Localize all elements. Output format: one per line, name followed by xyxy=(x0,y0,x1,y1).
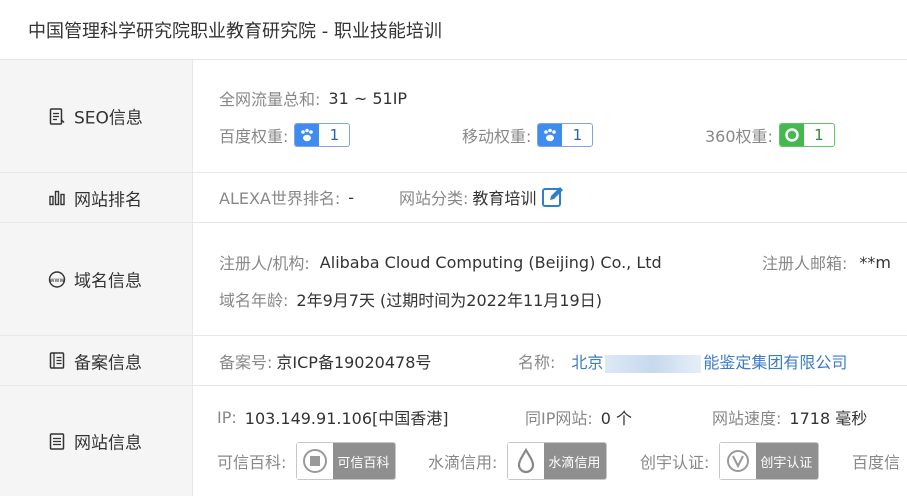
icp-name-item: 名称: 北京 能鉴定集团有限公司 xyxy=(518,349,847,373)
title-bar: 中国管理科学研究院职业教育研究院 - 职业技能培训 xyxy=(0,0,907,60)
redacted-block xyxy=(605,354,702,373)
svg-text:www: www xyxy=(50,277,65,284)
domain-label: 域名信息 xyxy=(74,271,142,292)
icp-name-label: 名称: xyxy=(518,353,556,372)
icp-name-prefix: 北京 xyxy=(571,353,604,372)
traffic-item: 全网流量总和: 31 ~ 51IP xyxy=(219,86,407,110)
site-label: 网站信息 xyxy=(74,433,142,454)
rank-label-cell: 网站排名 xyxy=(0,173,193,222)
baidu-weight-item: 百度权重: 1 xyxy=(219,123,351,147)
age-label: 域名年龄: xyxy=(219,291,289,310)
kexin-badge[interactable]: 可信百科 xyxy=(296,442,397,480)
weight-360-value: 1 xyxy=(803,126,834,144)
alexa-item: ALEXA世界排名: - xyxy=(219,185,354,209)
same-ip-item: 同IP网站: 0 个 xyxy=(525,405,632,429)
page-title: 中国管理科学研究院职业教育研究院 - 职业技能培训 xyxy=(28,21,442,42)
chuangyu-shield-icon xyxy=(720,443,757,479)
record-book-icon xyxy=(48,352,66,370)
seo-label-cell: SEO信息 xyxy=(0,60,193,172)
age-value: 2年9月7天 (过期时间为2022年11月19日) xyxy=(296,291,602,310)
ip-item: IP: 103.149.91.106[中国香港] xyxy=(217,405,449,429)
icp-name-link[interactable]: 北京 能鉴定集团有限公司 xyxy=(571,349,847,373)
icp-row: 备案信息 备案号: 京ICP备19020478号 名称: 北京 能鉴定集团有限公司 xyxy=(0,336,907,386)
email-item: 注册人邮箱: **m xyxy=(762,250,891,274)
shuidi-badge-text: 水滴信用 xyxy=(548,455,601,471)
chuangyu-badge-text: 创宇认证 xyxy=(760,455,813,471)
mobile-weight-item: 移动权重: 1 xyxy=(462,123,594,147)
email-value: **m xyxy=(859,252,891,272)
chuangyu-label: 创宇认证: xyxy=(640,453,710,472)
site-info-icon xyxy=(48,432,66,450)
baidu-xin-label: 百度信 xyxy=(852,453,901,472)
registrant-label: 注册人/机构: xyxy=(219,254,310,273)
icp-label-cell: 备案信息 xyxy=(0,336,193,385)
icp-number-value: 京ICP备19020478号 xyxy=(276,353,432,372)
baidu-weight-label: 百度权重: xyxy=(219,127,289,146)
kexin-item: 可信百科: 可信百科 xyxy=(217,442,397,480)
edit-icon[interactable] xyxy=(542,186,564,208)
speed-label: 网站速度: xyxy=(712,409,782,428)
domain-row: www 域名信息 注册人/机构: Alibaba Cloud Computing… xyxy=(0,223,907,336)
traffic-label: 全网流量总和: xyxy=(219,90,321,109)
email-label: 注册人邮箱: xyxy=(762,254,848,273)
rank-row: 网站排名 ALEXA世界排名: - 网站分类: 教育培训 xyxy=(0,173,907,223)
ip-value: 103.149.91.106[中国香港] xyxy=(244,409,449,428)
baidu-weight-value: 1 xyxy=(319,126,350,144)
mobile-weight-label: 移动权重: xyxy=(462,127,532,146)
document-icon xyxy=(48,107,66,125)
age-item: 域名年龄: 2年9月7天 (过期时间为2022年11月19日) xyxy=(219,287,602,311)
weight-360-item: 360权重: 1 xyxy=(705,123,835,147)
icp-number-label: 备案号: xyxy=(219,353,273,372)
traffic-value: 31 ~ 51IP xyxy=(328,88,408,108)
site-label-cell: 网站信息 xyxy=(0,386,193,496)
chuangyu-item: 创宇认证: 创宇认证 xyxy=(640,442,820,480)
ip-label: IP: xyxy=(217,407,237,427)
mobile-weight-badge[interactable]: 1 xyxy=(537,123,594,147)
domain-label-cell: www 域名信息 xyxy=(0,223,193,335)
seo-row: SEO信息 全网流量总和: 31 ~ 51IP 百度权重: 1 移动权重: 1 … xyxy=(0,60,907,173)
360-logo-icon xyxy=(779,124,804,146)
speed-value: 1718 毫秒 xyxy=(789,409,868,428)
bar-chart-icon xyxy=(48,189,66,207)
shuidi-badge[interactable]: 水滴信用 xyxy=(507,442,608,480)
registrant-value: Alibaba Cloud Computing (Beijing) Co., L… xyxy=(319,252,662,272)
icp-number-item: 备案号: 京ICP备19020478号 xyxy=(219,349,431,373)
water-drop-icon xyxy=(508,443,545,479)
baidu-paw-icon xyxy=(538,124,563,146)
chuangyu-badge[interactable]: 创宇认证 xyxy=(719,442,820,480)
category-value: 教育培训 xyxy=(472,189,537,208)
alexa-label: ALEXA世界排名: xyxy=(219,189,341,208)
same-ip-label: 同IP网站: xyxy=(525,409,593,428)
seo-label: SEO信息 xyxy=(74,108,143,129)
speed-item: 网站速度: 1718 毫秒 xyxy=(712,405,867,429)
alexa-value: - xyxy=(348,187,355,207)
same-ip-value[interactable]: 0 个 xyxy=(601,405,632,429)
baidu-weight-badge[interactable]: 1 xyxy=(294,123,351,147)
rank-label: 网站排名 xyxy=(74,190,142,210)
shuidi-label: 水滴信用: xyxy=(428,453,498,472)
kexin-logo-icon xyxy=(297,443,334,479)
mobile-weight-value: 1 xyxy=(562,126,593,144)
weight-360-label: 360权重: xyxy=(705,127,773,146)
www-globe-icon: www xyxy=(48,270,66,288)
kexin-badge-text: 可信百科 xyxy=(337,455,390,471)
weight-360-badge[interactable]: 1 xyxy=(778,123,835,147)
icp-name-suffix: 能鉴定集团有限公司 xyxy=(703,353,848,372)
baidu-paw-icon xyxy=(295,124,320,146)
shuidi-item: 水滴信用: 水滴信用 xyxy=(428,442,608,480)
registrant-item: 注册人/机构: Alibaba Cloud Computing (Beijing… xyxy=(219,250,662,274)
site-row: 网站信息 IP: 103.149.91.106[中国香港] 同IP网站: 0 个… xyxy=(0,386,907,496)
kexin-label: 可信百科: xyxy=(217,453,287,472)
category-label: 网站分类: xyxy=(399,189,469,208)
icp-label: 备案信息 xyxy=(74,353,142,373)
baidu-xin-item: 百度信 xyxy=(852,449,900,473)
category-item: 网站分类: 教育培训 xyxy=(399,185,564,209)
